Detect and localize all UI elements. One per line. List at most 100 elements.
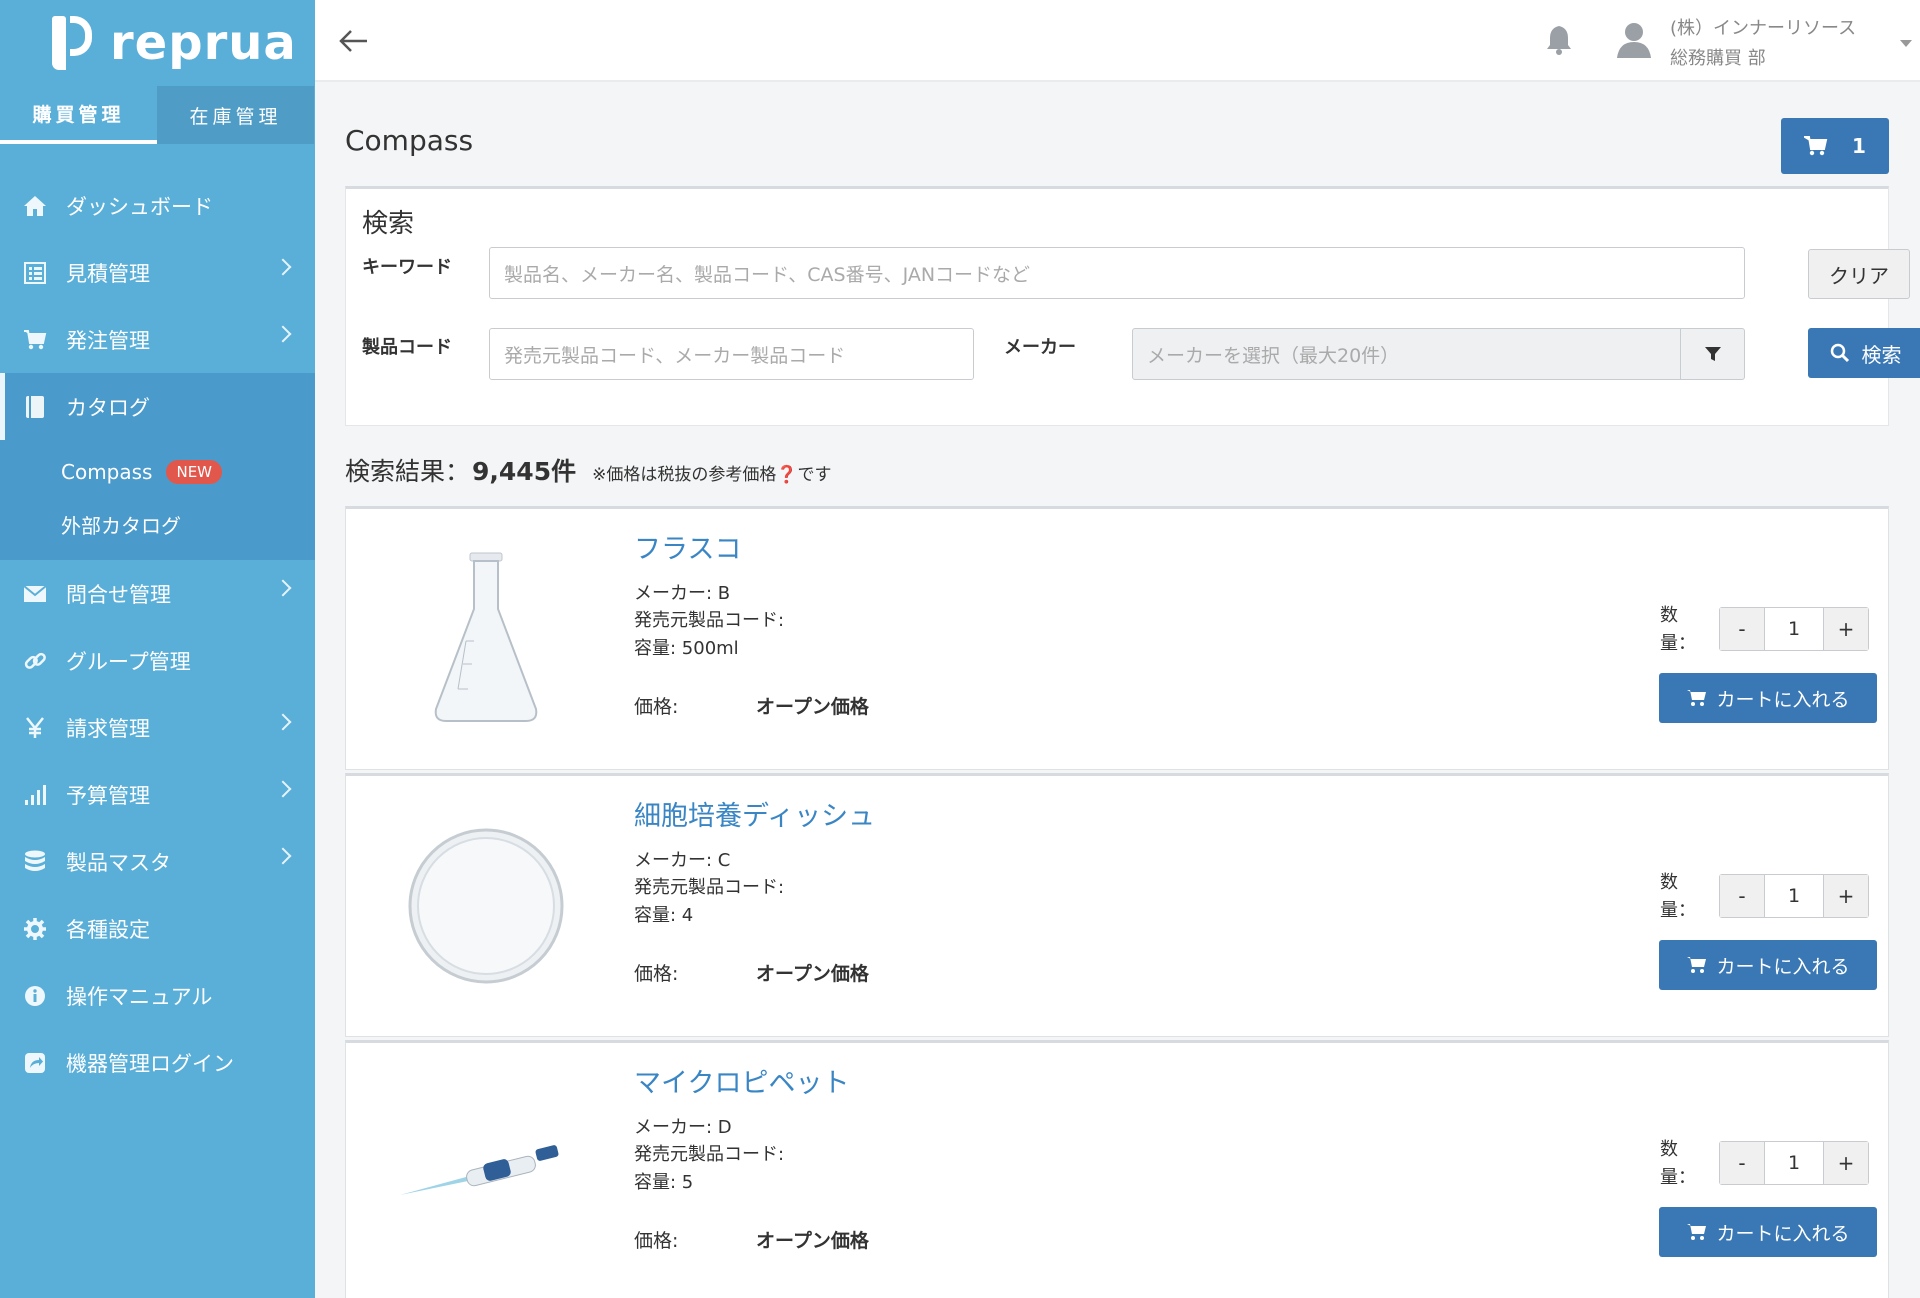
product-image[interactable]: [396, 539, 576, 739]
sidebar-item-product-master[interactable]: 製品マスタ: [0, 828, 315, 895]
quantity-input[interactable]: 1: [1764, 1142, 1824, 1184]
logo-text: reprua: [110, 15, 297, 71]
quantity-input[interactable]: 1: [1764, 608, 1824, 650]
product-card: 細胞培養ディッシュ メーカー: C 発売元製品コード: 容量: 4 価格: オー…: [345, 773, 1889, 1037]
filter-icon: [1704, 347, 1721, 361]
company-name[interactable]: (株）インナーリソース: [1670, 14, 1856, 40]
price-label: 価格:: [634, 1230, 679, 1252]
book-icon: [22, 394, 48, 420]
tab-purchasing[interactable]: 購買管理: [0, 86, 157, 144]
sidebar-subitem-label: 外部カタログ: [61, 513, 181, 538]
add-to-cart-button[interactable]: カートに入れる: [1659, 1207, 1877, 1257]
decrement-button[interactable]: -: [1720, 1142, 1764, 1184]
results-count: 9,445件: [472, 457, 577, 486]
product-capacity: 容量: 4: [634, 905, 694, 926]
search-icon: [1830, 343, 1849, 363]
add-to-cart-label: カートに入れる: [1716, 955, 1850, 978]
home-icon: [22, 193, 48, 219]
bell-icon[interactable]: [1545, 24, 1573, 56]
increment-button[interactable]: +: [1824, 875, 1868, 917]
catalog-subnav: Compass NEW 外部カタログ: [0, 440, 315, 560]
maker-filter-button[interactable]: [1680, 329, 1744, 379]
chevron-right-icon: [274, 258, 292, 276]
search-title: 検索: [362, 209, 415, 239]
add-to-cart-button[interactable]: カートに入れる: [1659, 673, 1877, 723]
sidebar-item-label: 製品マスタ: [66, 850, 171, 875]
cart-icon: [1804, 136, 1828, 156]
sidebar-subitem-compass[interactable]: Compass NEW: [0, 446, 315, 498]
user-avatar-icon[interactable]: [1615, 20, 1653, 60]
sidebar-item-label: カタログ: [66, 395, 150, 420]
app-logo[interactable]: reprua: [0, 0, 315, 86]
tab-inventory[interactable]: 在庫管理: [157, 86, 314, 144]
module-tabs: 購買管理 在庫管理: [0, 86, 315, 144]
sidebar-item-orders[interactable]: 発注管理: [0, 306, 315, 373]
product-name-link[interactable]: 細胞培養ディッシュ: [634, 794, 875, 833]
search-button-label: 検索: [1861, 342, 1902, 367]
external-link-icon: [22, 1050, 48, 1076]
keyword-label: キーワード: [362, 257, 452, 278]
sidebar-item-label: 発注管理: [66, 328, 150, 353]
cart-plus-icon: [1687, 1224, 1707, 1240]
product-vendor-code: 発売元製品コード:: [634, 877, 785, 898]
sidebar-item-label: 各種設定: [66, 917, 150, 942]
sidebar-nav: ダッシュボード 見積管理 発注管理 カタログ Compass NEW 外部カタロ…: [0, 172, 315, 1096]
sidebar-item-label: グループ管理: [66, 649, 191, 674]
sidebar-item-label: 操作マニュアル: [66, 984, 213, 1009]
product-capacity: 容量: 5: [634, 1172, 694, 1193]
sidebar-item-label: 見積管理: [66, 261, 150, 286]
envelope-icon: [22, 581, 48, 607]
sidebar-item-label: 問合せ管理: [66, 582, 171, 607]
maker-select[interactable]: メーカーを選択（最大20件）: [1132, 328, 1745, 380]
micropipette-image: [400, 1145, 559, 1195]
sidebar-item-catalog[interactable]: カタログ: [0, 373, 315, 440]
sidebar-subitem-external-catalog[interactable]: 外部カタログ: [0, 498, 315, 550]
cart-button[interactable]: 1: [1781, 118, 1889, 174]
sidebar-item-label: 予算管理: [66, 783, 150, 808]
decrement-button[interactable]: -: [1720, 875, 1764, 917]
sidebar-item-budget[interactable]: 予算管理: [0, 761, 315, 828]
product-card: マイクロピペット メーカー: D 発売元製品コード: 容量: 5 価格: オープ…: [345, 1040, 1889, 1298]
quantity-label: 数量：: [1660, 872, 1696, 921]
search-button[interactable]: 検索: [1808, 328, 1920, 378]
product-code-input[interactable]: 発売元製品コード、メーカー製品コード: [489, 328, 974, 380]
sidebar-item-settings[interactable]: 各種設定: [0, 895, 315, 962]
caret-down-icon[interactable]: [1900, 40, 1912, 47]
sidebar-item-groups[interactable]: グループ管理: [0, 627, 315, 694]
sidebar-item-billing[interactable]: 請求管理: [0, 694, 315, 761]
chevron-right-icon: [274, 325, 292, 343]
sidebar-item-inquiries[interactable]: 問合せ管理: [0, 560, 315, 627]
quantity-stepper: - 1 +: [1719, 874, 1869, 918]
add-to-cart-button[interactable]: カートに入れる: [1659, 940, 1877, 990]
product-vendor-code: 発売元製品コード:: [634, 610, 785, 631]
quantity-stepper: - 1 +: [1719, 607, 1869, 651]
product-capacity: 容量: 500ml: [634, 638, 739, 659]
chevron-right-icon: [274, 579, 292, 597]
department-name[interactable]: 総務購買 部: [1670, 44, 1766, 70]
clear-button[interactable]: クリア: [1808, 249, 1910, 299]
product-list: フラスコ メーカー: B 発売元製品コード: 容量: 500ml 価格: オープ…: [345, 506, 1889, 1298]
product-card: フラスコ メーカー: B 発売元製品コード: 容量: 500ml 価格: オープ…: [345, 506, 1889, 770]
price-value: オープン価格: [756, 963, 869, 985]
sidebar-item-equipment-login[interactable]: 機器管理ログイン: [0, 1029, 315, 1096]
back-arrow-icon[interactable]: [337, 24, 371, 58]
keyword-input[interactable]: 製品名、メーカー名、製品コード、CAS番号、JANコードなど: [489, 247, 1745, 299]
chevron-right-icon: [274, 780, 292, 798]
sidebar-item-quotes[interactable]: 見積管理: [0, 239, 315, 306]
product-name-link[interactable]: フラスコ: [634, 527, 741, 566]
quantity-input[interactable]: 1: [1764, 875, 1824, 917]
product-image[interactable]: [396, 1073, 576, 1273]
product-image[interactable]: [396, 806, 576, 1006]
product-code-label: 製品コード: [362, 337, 452, 358]
info-icon: [22, 983, 48, 1009]
sidebar-item-manual[interactable]: 操作マニュアル: [0, 962, 315, 1029]
price-note: ※価格は税抜の参考価格❓です: [592, 465, 832, 485]
results-summary: 検索結果： 9,445件 ※価格は税抜の参考価格❓です: [345, 452, 832, 488]
product-name-link[interactable]: マイクロピペット: [634, 1061, 849, 1100]
sidebar-item-dashboard[interactable]: ダッシュボード: [0, 172, 315, 239]
cart-count: 1: [1852, 134, 1866, 158]
price-label: 価格:: [634, 963, 679, 985]
decrement-button[interactable]: -: [1720, 608, 1764, 650]
increment-button[interactable]: +: [1824, 608, 1868, 650]
increment-button[interactable]: +: [1824, 1142, 1868, 1184]
